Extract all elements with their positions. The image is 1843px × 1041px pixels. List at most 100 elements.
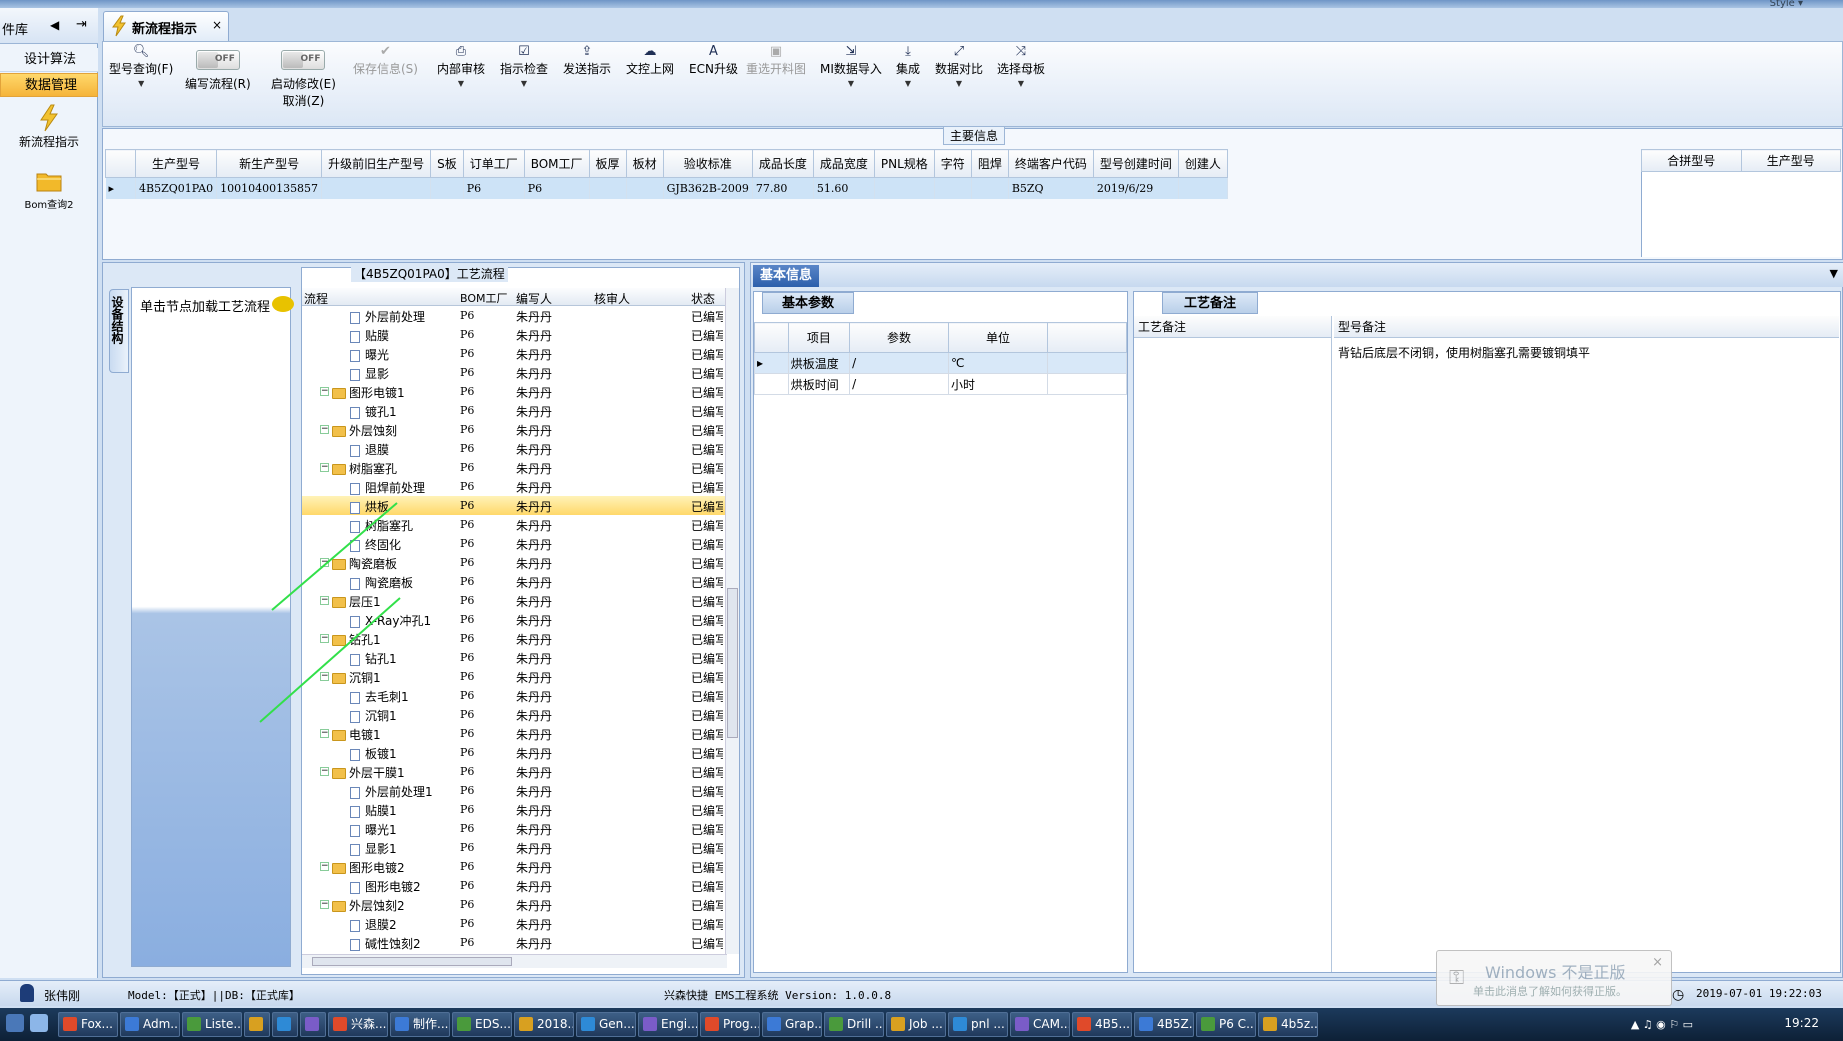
tab-basic-info[interactable]: 基本信息 bbox=[753, 265, 819, 287]
cell-main-info[interactable]: 2019/6/29 bbox=[1093, 177, 1179, 199]
tree-node[interactable]: 显影1 P6 朱丹丹 已编写 bbox=[302, 838, 727, 857]
chevron-down-icon[interactable]: ▼ bbox=[896, 79, 920, 88]
taskbar-button[interactable]: Fox... bbox=[58, 1012, 118, 1037]
structure-pane[interactable]: 单击节点加载工艺流程 bbox=[131, 287, 294, 967]
chevron-down-icon[interactable]: ▼ bbox=[500, 79, 548, 88]
taskbar-button[interactable]: 2018... bbox=[514, 1012, 574, 1037]
col-main-info[interactable]: 成品长度 bbox=[751, 149, 814, 178]
write-flow-toggle[interactable]: OFF 编写流程(R) bbox=[185, 50, 251, 92]
exit-icon[interactable]: ⇥ bbox=[76, 17, 87, 32]
taskbar-button[interactable]: P6 C... bbox=[1196, 1012, 1256, 1037]
chevron-down-icon[interactable]: ▼ bbox=[935, 79, 983, 88]
cell-main-info[interactable]: 4B5ZQ01PA0 bbox=[135, 177, 218, 199]
model-query-button[interactable]: 🔍︎ 型号查询(F) ▼ bbox=[109, 44, 173, 88]
taskbar-button[interactable]: 兴森... bbox=[328, 1012, 388, 1037]
col-flow[interactable]: 流程 bbox=[304, 290, 328, 307]
collapse-icon[interactable]: − bbox=[320, 387, 329, 396]
col-reviewer[interactable]: 核审人 bbox=[594, 290, 630, 307]
start-modify-toggle[interactable]: OFF 启动修改(E) 取消(Z) bbox=[271, 50, 336, 109]
tree-node[interactable]: 镀孔1 P6 朱丹丹 已编写 bbox=[302, 401, 727, 420]
cell-main-info[interactable]: 10010400135857 bbox=[216, 177, 323, 199]
tree-node[interactable]: − 电镀1 P6 朱丹丹 已编写 bbox=[302, 724, 727, 743]
col-main-info[interactable]: 板厚 bbox=[588, 149, 627, 178]
chevron-down-icon[interactable]: ▼ bbox=[997, 79, 1045, 88]
col-status[interactable]: 状态 bbox=[691, 290, 715, 307]
collapse-icon[interactable]: − bbox=[320, 558, 329, 567]
integrate-button[interactable]: ⤓ 集成 ▼ bbox=[896, 44, 920, 88]
tree-node[interactable]: 去毛刺1 P6 朱丹丹 已编写 bbox=[302, 686, 727, 705]
toggle-switch[interactable]: OFF bbox=[195, 50, 240, 70]
tree-node[interactable]: 终固化 P6 朱丹丹 已编写 bbox=[302, 534, 727, 553]
taskbar-button[interactable]: Drill ... bbox=[824, 1012, 884, 1037]
scroll-thumb[interactable] bbox=[312, 957, 512, 966]
taskbar-clock[interactable]: 19:22 bbox=[1784, 1016, 1819, 1030]
scroll-thumb[interactable] bbox=[727, 588, 738, 738]
col-unit[interactable]: 单位 bbox=[948, 322, 1048, 353]
taskbar-button[interactable]: 4B5Z... bbox=[1134, 1012, 1194, 1037]
mi-import-button[interactable]: ⇲ MI数据导入 ▼ bbox=[820, 44, 882, 88]
tree-node[interactable]: 沉铜1 P6 朱丹丹 已编写 bbox=[302, 705, 727, 724]
data-compare-button[interactable]: ⤢ 数据对比 ▼ bbox=[935, 44, 983, 88]
tree-node[interactable]: 退膜 P6 朱丹丹 已编写 bbox=[302, 439, 727, 458]
taskbar-button[interactable] bbox=[272, 1012, 298, 1037]
tree-node[interactable]: 图形电镀2 P6 朱丹丹 已编写 bbox=[302, 876, 727, 895]
tab-basic-params[interactable]: 基本参数 bbox=[762, 292, 854, 314]
chevron-down-icon[interactable]: ▼ bbox=[109, 79, 173, 88]
col-bom-factory[interactable]: BOM工厂 bbox=[460, 290, 508, 306]
taskbar-button[interactable]: Job ... bbox=[886, 1012, 946, 1037]
taskbar-button[interactable]: Grap... bbox=[762, 1012, 822, 1037]
save-info-button[interactable]: ✔ 保存信息(S) bbox=[353, 44, 418, 77]
taskbar-button[interactable] bbox=[244, 1012, 270, 1037]
tree-node[interactable]: − 树脂塞孔 P6 朱丹丹 已编写 bbox=[302, 458, 727, 477]
cell-main-info[interactable] bbox=[321, 177, 432, 199]
taskbar-button[interactable]: CAM... bbox=[1010, 1012, 1070, 1037]
taskbar-button[interactable]: 制作... bbox=[390, 1012, 450, 1037]
tree-node[interactable]: − 外层蚀刻2 P6 朱丹丹 已编写 bbox=[302, 895, 727, 914]
cancel-label[interactable]: 取消(Z) bbox=[283, 94, 325, 108]
col-main-info[interactable]: 新生产型号 bbox=[216, 149, 323, 178]
col-main-info[interactable]: 成品宽度 bbox=[812, 149, 875, 178]
tree-node[interactable]: − 图形电镀2 P6 朱丹丹 已编写 bbox=[302, 857, 727, 876]
tree-node[interactable]: 外层前处理1 P6 朱丹丹 已编写 bbox=[302, 781, 727, 800]
cell-main-info[interactable] bbox=[874, 177, 935, 199]
tree-node[interactable]: 曝光 P6 朱丹丹 已编写 bbox=[302, 344, 727, 363]
col-main-info[interactable]: BOM工厂 bbox=[523, 149, 590, 178]
tree-node[interactable]: 显影 P6 朱丹丹 已编写 bbox=[302, 363, 727, 382]
windows-activation-notification[interactable]: ⚿ Windows 不是正版 × 单击此消息了解如何获得正版。 bbox=[1436, 950, 1672, 1006]
col-main-info[interactable]: 板材 bbox=[625, 149, 664, 178]
taskbar-button[interactable]: EDS... bbox=[452, 1012, 512, 1037]
col-author[interactable]: 编写人 bbox=[516, 290, 552, 307]
chevron-down-icon[interactable]: ▼ bbox=[820, 79, 882, 88]
cell-main-info[interactable]: B5ZQ bbox=[1008, 177, 1094, 199]
quick-launch-icon[interactable] bbox=[30, 1014, 48, 1032]
taskbar-button[interactable]: pnl ... bbox=[948, 1012, 1008, 1037]
close-icon[interactable]: × bbox=[1652, 955, 1663, 970]
tree-node[interactable]: 烘板 P6 朱丹丹 已编写 bbox=[302, 496, 727, 515]
tree-node[interactable]: − 钻孔1 P6 朱丹丹 已编写 bbox=[302, 629, 727, 648]
col-main-info[interactable]: 验收标准 bbox=[662, 149, 753, 178]
cell-main-info[interactable]: 51.60 bbox=[813, 177, 875, 199]
show-desktop-icon[interactable] bbox=[6, 1014, 24, 1032]
tree-node[interactable]: − 沉铜1 P6 朱丹丹 已编写 bbox=[302, 667, 727, 686]
col-main-info[interactable]: PNL规格 bbox=[873, 149, 935, 178]
tree-node[interactable]: 贴膜1 P6 朱丹丹 已编写 bbox=[302, 800, 727, 819]
doc-control-online-button[interactable]: ☁ 文控上网 bbox=[626, 44, 674, 77]
taskbar-button[interactable]: Adm... bbox=[120, 1012, 180, 1037]
model-note-text[interactable]: 背钻后底层不闭铜，使用树脂塞孔需要镀铜填平 bbox=[1338, 344, 1590, 361]
table-row[interactable]: ▸ 烘板温度 / ℃ bbox=[754, 352, 1128, 374]
tab-process-notes[interactable]: 工艺备注 bbox=[1162, 292, 1258, 314]
tree-node[interactable]: 退膜2 P6 朱丹丹 已编写 bbox=[302, 914, 727, 933]
tree-node[interactable]: 贴膜 P6 朱丹丹 已编写 bbox=[302, 325, 727, 344]
collapse-icon[interactable]: − bbox=[320, 900, 329, 909]
cell-main-info[interactable]: 77.80 bbox=[752, 177, 814, 199]
tree-node[interactable]: 树脂塞孔 P6 朱丹丹 已编写 bbox=[302, 515, 727, 534]
model-notes-column[interactable]: 型号备注 背钻后底层不闭铜，使用树脂塞孔需要镀铜填平 bbox=[1334, 316, 1839, 972]
internal-review-button[interactable]: ⎙ 内部审核 ▼ bbox=[437, 44, 485, 88]
cell-main-info[interactable] bbox=[589, 177, 627, 199]
style-menu[interactable]: Style ▾ bbox=[1770, 0, 1803, 9]
taskbar-button[interactable]: Engi... bbox=[638, 1012, 698, 1037]
select-mother-board-button[interactable]: ⤨ 选择母板 ▼ bbox=[997, 44, 1045, 88]
param-value[interactable]: / bbox=[849, 373, 949, 395]
tree-node[interactable]: − 外层干膜1 P6 朱丹丹 已编写 bbox=[302, 762, 727, 781]
taskbar-button[interactable]: 4b5z... bbox=[1258, 1012, 1318, 1037]
